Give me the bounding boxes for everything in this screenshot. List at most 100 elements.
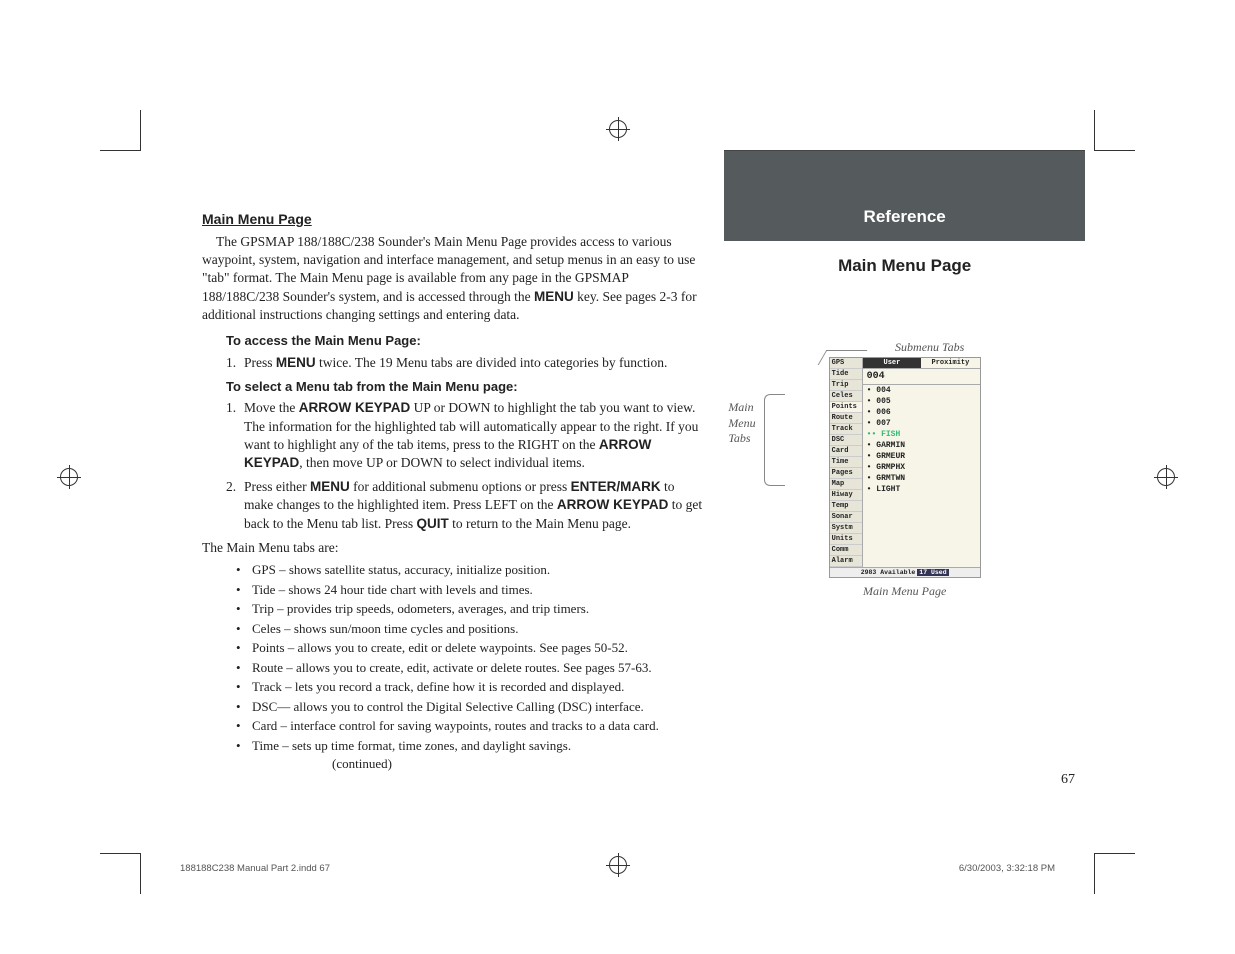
key-label: MENU xyxy=(310,479,350,494)
figure: Submenu Tabs Main Menu Tabs GPS Tide Tri… xyxy=(734,340,1075,599)
continued-label: (continued) xyxy=(332,755,392,773)
bullet-item: Points – allows you to create, edit or d… xyxy=(236,639,704,657)
tab-item: Celes xyxy=(830,391,862,402)
text: LIGHT xyxy=(876,485,900,494)
tab-item: Sonar xyxy=(830,512,862,523)
text: Press xyxy=(244,355,276,370)
subtab: Proximity xyxy=(921,358,980,368)
list-column: User Proximity 004 • 004 • 005 • 006 • 0… xyxy=(863,358,980,567)
list-item: • GARMIN xyxy=(863,440,980,451)
device-screenshot: GPS Tide Trip Celes Points Route Track D… xyxy=(829,357,981,578)
text: FISH xyxy=(881,430,900,439)
key-label: ENTER/MARK xyxy=(571,479,661,494)
tabs-intro: The Main Menu tabs are: xyxy=(202,539,704,557)
tab-item-selected: Points xyxy=(830,402,862,413)
bullet-item: DSC— allows you to control the Digital S… xyxy=(236,698,704,716)
registration-mark xyxy=(1157,468,1175,486)
callout-text: Menu xyxy=(728,416,755,432)
tab-item: Systm xyxy=(830,523,862,534)
callout-text: Tabs xyxy=(728,431,755,447)
section-title: Main Menu Page xyxy=(202,210,704,229)
bullet-item: Tide – shows 24 hour tide chart with lev… xyxy=(236,581,704,599)
footer-timestamp: 6/30/2003, 3:32:18 PM xyxy=(959,863,1055,874)
tab-item: Time xyxy=(830,457,862,468)
text: 005 xyxy=(876,397,890,406)
text: to return to the Main Menu page. xyxy=(449,516,631,531)
subtab-selected: User xyxy=(863,358,922,368)
key-label: MENU xyxy=(276,355,316,370)
status-bar: 2983 Available17 Used xyxy=(830,567,980,577)
text: GRMTWN xyxy=(876,474,905,483)
tab-item: DSC xyxy=(830,435,862,446)
tab-item: GPS xyxy=(830,358,862,369)
list-item-highlight: •• FISH xyxy=(863,429,980,440)
text: , then move UP or DOWN to select individ… xyxy=(299,455,585,470)
text: Press either xyxy=(244,479,310,494)
step-item: 1. Move the ARROW KEYPAD UP or DOWN to h… xyxy=(226,399,704,472)
reference-title: Reference xyxy=(724,207,1085,227)
text: GARMIN xyxy=(876,441,905,450)
bullet-item: Celes – shows sun/moon time cycles and p… xyxy=(236,620,704,638)
callout-labels: Main Menu Tabs xyxy=(728,400,755,447)
tab-item: Units xyxy=(830,534,862,545)
tab-item: Comm xyxy=(830,545,862,556)
figure-caption: Main Menu Page xyxy=(734,584,1075,599)
text: 007 xyxy=(876,419,890,428)
tab-item: Hiway xyxy=(830,490,862,501)
reference-banner: Reference xyxy=(724,150,1085,241)
menu-key-label: MENU xyxy=(534,289,574,304)
tab-item: Temp xyxy=(830,501,862,512)
bullet-item: Time – sets up time format, time zones, … xyxy=(236,737,704,772)
bullet-item: Track – lets you record a track, define … xyxy=(236,678,704,696)
crop-mark-bl xyxy=(100,853,141,894)
callout-text: Main xyxy=(728,400,755,416)
step-item: 1. Press MENU twice. The 19 Menu tabs ar… xyxy=(226,354,704,372)
step-number: 1. xyxy=(226,399,236,417)
step-item: 2. Press either MENU for additional subm… xyxy=(226,478,704,533)
sidebar-column: Reference Main Menu Page Submenu Tabs Ma… xyxy=(734,210,1075,784)
key-label: QUIT xyxy=(416,516,448,531)
page-number: 67 xyxy=(1061,772,1075,788)
crop-mark-tr xyxy=(1094,110,1135,151)
list-item: • 004 xyxy=(863,385,980,396)
brace-line xyxy=(764,394,785,486)
registration-mark xyxy=(60,468,78,486)
page-subtitle: Main Menu Page xyxy=(734,256,1075,276)
footer: 188188C238 Manual Part 2.indd 67 6/30/20… xyxy=(180,863,1055,874)
list-item: • 005 xyxy=(863,396,980,407)
tab-item: Pages xyxy=(830,468,862,479)
list-item: • GRMPHX xyxy=(863,462,980,473)
main-text-column: Main Menu Page The GPSMAP 188/188C/238 S… xyxy=(202,210,734,784)
submenu-tabs: User Proximity xyxy=(863,358,980,369)
tab-item: Track xyxy=(830,424,862,435)
text: Move the xyxy=(244,400,299,415)
main-tabs-column: GPS Tide Trip Celes Points Route Track D… xyxy=(830,358,863,567)
tab-item: Trip xyxy=(830,380,862,391)
text: for additional submenu options or press xyxy=(350,479,571,494)
list-item: • 007 xyxy=(863,418,980,429)
step-number: 1. xyxy=(226,354,236,372)
selected-value: 004 xyxy=(863,369,980,385)
text: GRMPHX xyxy=(876,463,905,472)
bullet-item: Trip – provides trip speeds, odometers, … xyxy=(236,600,704,618)
status-available: 2983 Available xyxy=(861,569,916,576)
registration-mark xyxy=(609,120,627,138)
key-label: ARROW KEYPAD xyxy=(557,497,669,512)
tab-item: Alarm xyxy=(830,556,862,567)
list-item: • 006 xyxy=(863,407,980,418)
text: twice. The 19 Menu tabs are divided into… xyxy=(316,355,668,370)
heading-select: To select a Menu tab from the Main Menu … xyxy=(226,378,704,396)
status-used: 17 Used xyxy=(917,569,948,576)
submenu-tabs-label: Submenu Tabs xyxy=(734,340,1075,355)
crop-mark-br xyxy=(1094,853,1135,894)
tab-item: Card xyxy=(830,446,862,457)
heading-access: To access the Main Menu Page: xyxy=(226,332,704,350)
bullet-list: GPS – shows satellite status, accuracy, … xyxy=(236,561,704,772)
bullet-item: GPS – shows satellite status, accuracy, … xyxy=(236,561,704,579)
crop-mark-tl xyxy=(100,110,141,151)
footer-file-info: 188188C238 Manual Part 2.indd 67 xyxy=(180,863,330,874)
tab-item: Tide xyxy=(830,369,862,380)
tab-item: Map xyxy=(830,479,862,490)
tab-item: Route xyxy=(830,413,862,424)
list-item: • GRMEUR xyxy=(863,451,980,462)
